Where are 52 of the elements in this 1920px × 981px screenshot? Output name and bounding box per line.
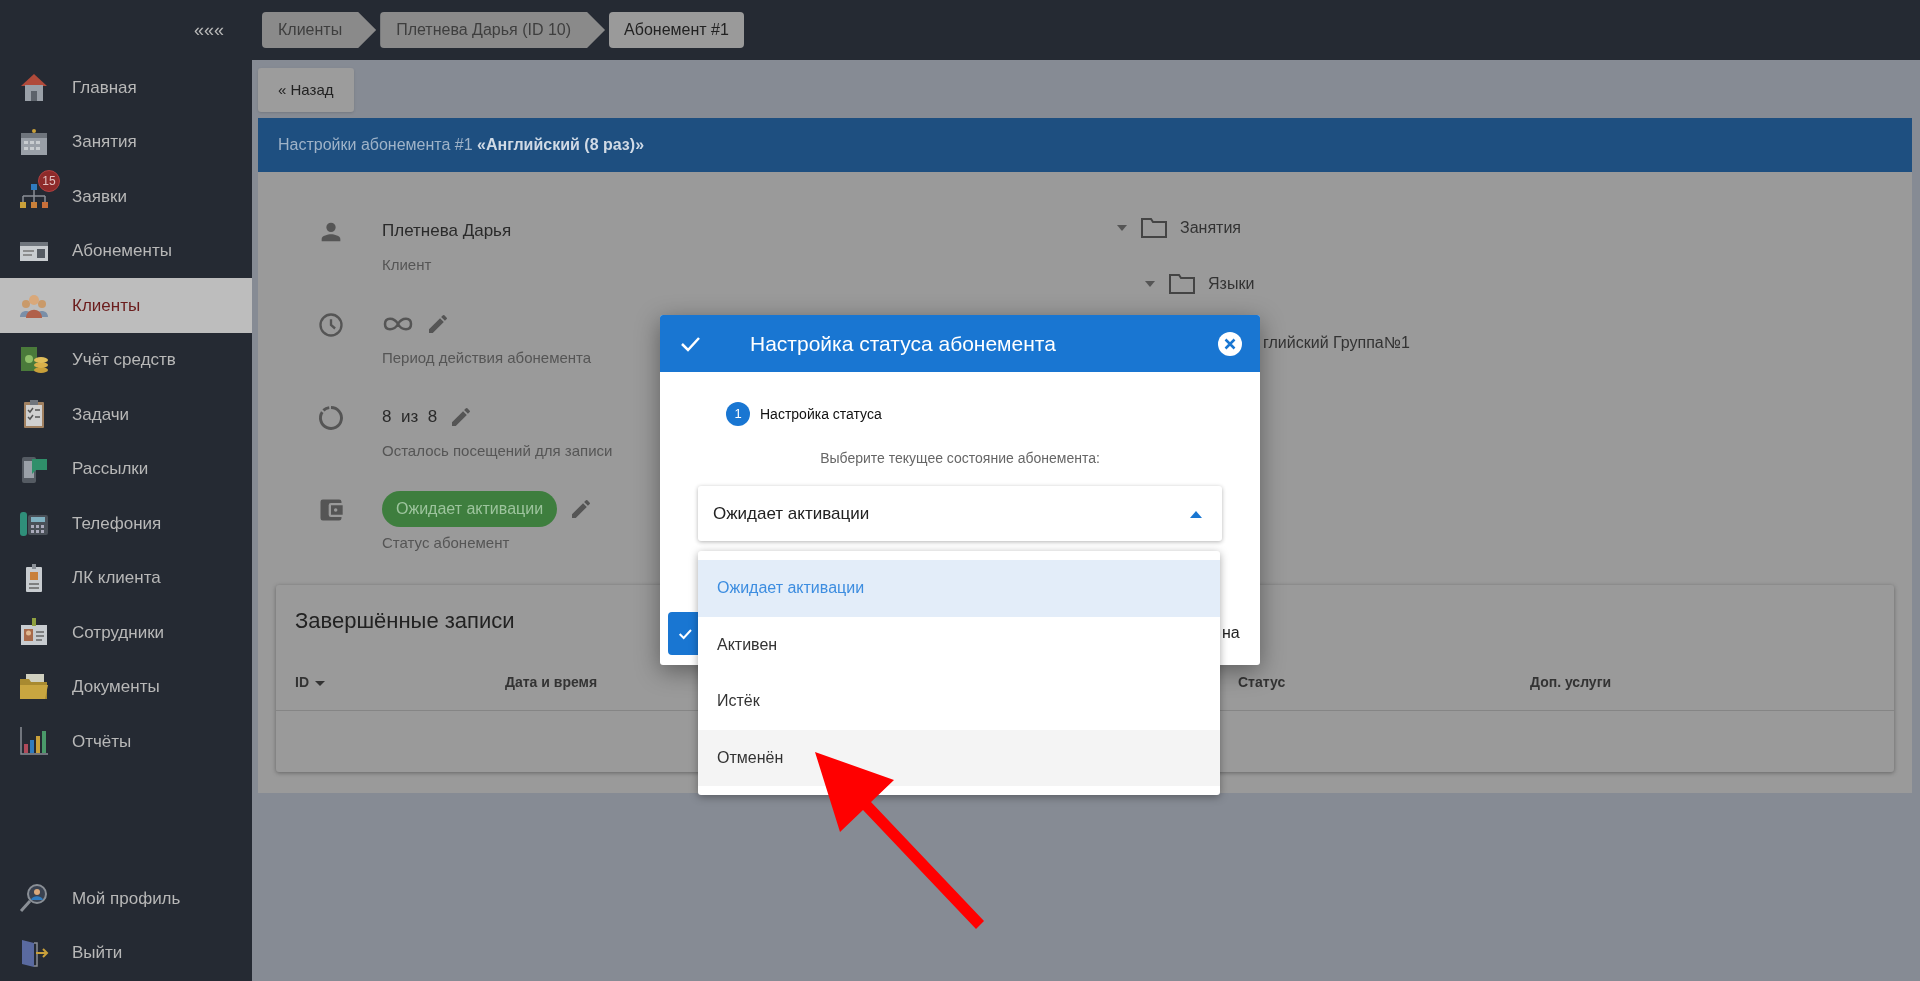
back-button[interactable]: « Назад (258, 68, 354, 112)
field-label: Период действия абонемента (382, 347, 592, 368)
visits-count: 8 из 8 (382, 405, 438, 428)
collapse-button[interactable]: ««« (193, 16, 224, 44)
magnifier-user-icon (18, 882, 50, 915)
tree-item[interactable]: Языки (1208, 272, 1255, 296)
caret-up-icon (1190, 509, 1202, 518)
status-select[interactable]: Ожидает активации (698, 486, 1222, 541)
sidebar-item[interactable]: Документы (0, 659, 252, 714)
folder-outline-icon (1168, 272, 1196, 296)
tree-item[interactable]: Занятия (1180, 216, 1241, 240)
sidebar-item[interactable]: Отчёты (0, 714, 252, 769)
dialog-title: Настройка статуса абонемента (750, 330, 1056, 357)
tree-item[interactable]: глийский Группа№1 (1263, 331, 1410, 355)
clock-icon (317, 310, 345, 339)
sidebar-item[interactable]: Учёт средств (0, 332, 252, 387)
dropdown-option[interactable]: Отменён (698, 729, 1220, 786)
sidebar-item[interactable]: Клиенты (0, 278, 252, 333)
step-number: 1 (726, 402, 750, 426)
folder-outline-icon (1140, 216, 1168, 240)
step-label: Настройка статуса (760, 404, 882, 424)
breadcrumb[interactable]: Абонемент #1 (609, 12, 744, 48)
field-label: Осталось посещений для записи (382, 440, 613, 461)
prompt-text: Выберите текущее состояние абонемента: (820, 449, 1100, 468)
bar-chart-icon (18, 725, 50, 758)
panel-title: Настройки абонемента #1 «Английский (8 раз)» (278, 135, 645, 155)
field-label: Клиент (382, 255, 433, 275)
sidebar-item[interactable]: Абонементы (0, 223, 252, 278)
close-icon[interactable] (1218, 331, 1242, 356)
field-label: Статус абонемент (382, 533, 511, 554)
sidebar-item[interactable]: Мой профиль (0, 871, 252, 926)
client-name: Плетнева Дарья (382, 220, 512, 243)
sidebar-item[interactable]: Занятия (0, 114, 252, 169)
section-title: Завершённые записи (295, 606, 515, 635)
sidebar-item[interactable]: Рассылки (0, 441, 252, 496)
sidebar-item[interactable]: 15 Заявки (0, 169, 252, 224)
sidebar-item[interactable]: Телефония (0, 496, 252, 551)
sidebar-item[interactable]: ЛК клиента (0, 550, 252, 605)
sidebar-item[interactable]: Выйти (0, 925, 252, 980)
sidebar-item[interactable]: Сотрудники (0, 605, 252, 660)
column-header[interactable]: Доп. услуги (1530, 672, 1612, 693)
column-header[interactable]: Статус (1238, 672, 1286, 693)
sidebar-item[interactable]: Задачи (0, 387, 252, 442)
dropdown-option[interactable]: Истёк (698, 673, 1220, 730)
column-header[interactable]: Дата и время (505, 672, 598, 693)
cancel-button[interactable]: на (1222, 621, 1240, 645)
dropdown-option[interactable]: Активен (698, 616, 1220, 673)
progress-ring-icon (317, 403, 345, 432)
column-header[interactable]: ID (295, 672, 325, 693)
sidebar-item[interactable]: Главная (0, 60, 252, 115)
status-badge: Ожидает активации (382, 491, 558, 528)
count-badge: 15 (38, 170, 60, 193)
